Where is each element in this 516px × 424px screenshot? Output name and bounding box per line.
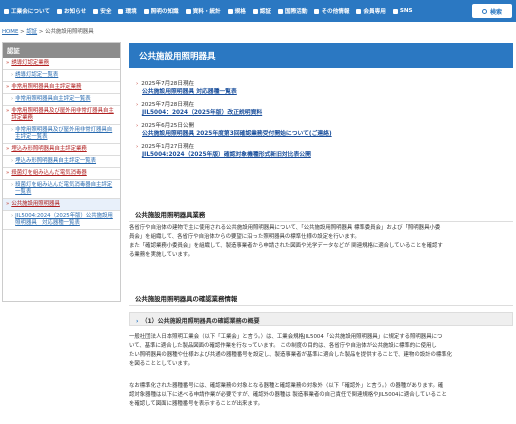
sidebar-item[interactable]: » 非常用照明器具及び屋外用非常灯器具自主評定業務 [3, 106, 120, 125]
subsection-header[interactable]: › （1）公共施設用照明器具の確認業務の概要 [129, 312, 513, 326]
chevron-right-icon: › [136, 102, 139, 108]
nav-item-about[interactable]: 工業会について [4, 7, 50, 15]
nav-bullet-icon [118, 8, 124, 14]
nav-bullet-icon [252, 8, 258, 14]
nav-bullet-icon [93, 8, 99, 14]
chevron-right-icon: › [11, 213, 14, 219]
chevron-right-icon: › [11, 158, 14, 164]
news-date: 2025年1月27日現在 [141, 144, 195, 150]
nav-item-knowledge[interactable]: 照明の知識 [143, 7, 179, 15]
chevron-right-icon: » [6, 170, 10, 176]
sidebar-heading: 認証 [3, 43, 120, 58]
section-heading: 公共施設用照明器具の確認業務情報 [129, 292, 513, 306]
chevron-right-icon: › [11, 72, 14, 78]
chevron-right-icon: › [11, 127, 14, 133]
nav-item-international[interactable]: 国際活動 [278, 7, 307, 15]
chevron-right-icon: › [11, 96, 14, 102]
chevron-right-icon: › [136, 318, 139, 325]
top-nav: 工業会について お知らせ 安全 環境 照明の知識 資料・統計 規格 認証 国際活… [0, 0, 516, 22]
sidebar-subitem[interactable]: › 殺菌灯を組み込んだ電気消毒器自主評定一覧表 [3, 180, 120, 199]
search-icon [481, 8, 487, 14]
section-paragraph: 各省庁や自治体の建物で主に使用される公共施設用照明器具について、「公共施設用照明… [129, 225, 443, 258]
breadcrumb-parent[interactable]: 認証 [26, 29, 37, 35]
sidebar-item[interactable]: » 非常用照明器具自主評定業務 [3, 82, 120, 94]
news-link[interactable]: 公共施設用照明器具 2025年度第3回確認業務受付開始について(ご連絡) [136, 130, 506, 138]
news-link[interactable]: JIL5004:2024（2025年版）確認対象機種形式新旧対比表公開 [136, 151, 506, 159]
chevron-right-icon: › [136, 144, 139, 150]
sidebar-subitem[interactable]: › 非常用照明器具及び屋外用非常灯器具自主評定一覧表 [3, 125, 120, 144]
sidebar-item[interactable]: » 誘導灯認定業務 [3, 58, 120, 70]
breadcrumb-home[interactable]: HOME [2, 29, 18, 35]
nav-item-standards[interactable]: 規格 [227, 7, 246, 15]
nav-item-sns[interactable]: SNS [392, 8, 413, 14]
list-item: › 2025年6月25日公開 公共施設用照明器具 2025年度第3回確認業務受付開… [136, 122, 506, 138]
search-button[interactable]: 検索 [472, 4, 512, 18]
page-title: 公共施設用照明器具 [129, 43, 513, 68]
sidebar-subitem[interactable]: › JIL5004:2024（2025年版）公共施設用照明器具 対応器種一覧表 [3, 211, 120, 230]
chevron-right-icon: » [6, 60, 10, 66]
list-item: › 2025年7月28日現在 JIL5004：2024（2025年版）改正説明資料 [136, 101, 506, 117]
news-list: › 2025年7月28日現在 公共施設用照明器具 対応器種一覧表 › 2025年7月… [136, 80, 506, 164]
sidebar-subitem[interactable]: › 誘導灯認定一覧表 [3, 70, 120, 82]
chevron-right-icon: › [136, 123, 139, 129]
section-heading: 公共施設用照明器具業務 [129, 208, 513, 222]
sidebar-subitem[interactable]: › 埋込み形照明器具自主評定一覧表 [3, 156, 120, 168]
body-paragraph: なお標準化された器種番号には、確認業務の対象となる器種と確認業務の対象外（以下「… [129, 383, 447, 407]
nav-item-news[interactable]: お知らせ [57, 7, 86, 15]
chevron-right-icon: › [11, 182, 14, 188]
sidebar-subitem[interactable]: › 非常用照明器具自主評定一覧表 [3, 94, 120, 106]
sidebar: 認証 » 誘導灯認定業務 › 誘導灯認定一覧表 » 非常用照明器具自主評定業務 › 非常… [2, 42, 121, 302]
chevron-right-icon: » [6, 201, 10, 207]
nav-bullet-icon [314, 8, 320, 14]
nav-bullet-icon [4, 8, 9, 14]
nav-item-other[interactable]: その他情報 [314, 7, 349, 15]
nav-bullet-icon [356, 8, 362, 14]
breadcrumb: HOME > 認証 > 公共施設用照明器具 [2, 29, 94, 35]
sidebar-item-public-facility[interactable]: » 公共施設用照明器具 [3, 199, 120, 211]
list-item: › 2025年7月28日現在 公共施設用照明器具 対応器種一覧表 [136, 80, 506, 96]
news-date: 2025年6月25日公開 [141, 123, 195, 129]
nav-bullet-icon [57, 8, 62, 14]
nav-bullet-icon [278, 8, 284, 14]
nav-bullet-icon [185, 8, 191, 14]
nav-bullet-icon [143, 8, 149, 14]
list-item: › 2025年1月27日現在 JIL5004:2024（2025年版）確認対象機種… [136, 143, 506, 159]
nav-bullet-icon [227, 8, 233, 14]
chevron-right-icon: › [136, 81, 139, 87]
nav-bullet-icon [392, 8, 398, 14]
breadcrumb-current: 公共施設用照明器具 [45, 29, 94, 35]
chevron-right-icon: » [6, 84, 10, 90]
news-link[interactable]: 公共施設用照明器具 対応器種一覧表 [136, 88, 506, 96]
chevron-right-icon: » [6, 146, 10, 152]
sidebar-item[interactable]: » 殺菌灯を組み込んだ電気消毒器 [3, 168, 120, 180]
nav-item-certification[interactable]: 認証 [252, 7, 271, 15]
body-paragraph: 一般社団法人日本照明工業会（以下「工業会」と言う。）は、工業会規格JIL5004… [129, 334, 453, 367]
sidebar-item[interactable]: » 埋込み形照明器具自主評定業務 [3, 144, 120, 156]
news-link[interactable]: JIL5004：2024（2025年版）改正説明資料 [136, 109, 506, 117]
nav-item-environment[interactable]: 環境 [118, 7, 137, 15]
chevron-right-icon: » [6, 108, 10, 114]
nav-item-safety[interactable]: 安全 [93, 7, 111, 15]
news-date: 2025年7月28日現在 [141, 81, 195, 87]
nav-item-statistics[interactable]: 資料・統計 [185, 7, 221, 15]
nav-item-members[interactable]: 会員専用 [356, 7, 386, 15]
news-date: 2025年7月28日現在 [141, 102, 195, 108]
